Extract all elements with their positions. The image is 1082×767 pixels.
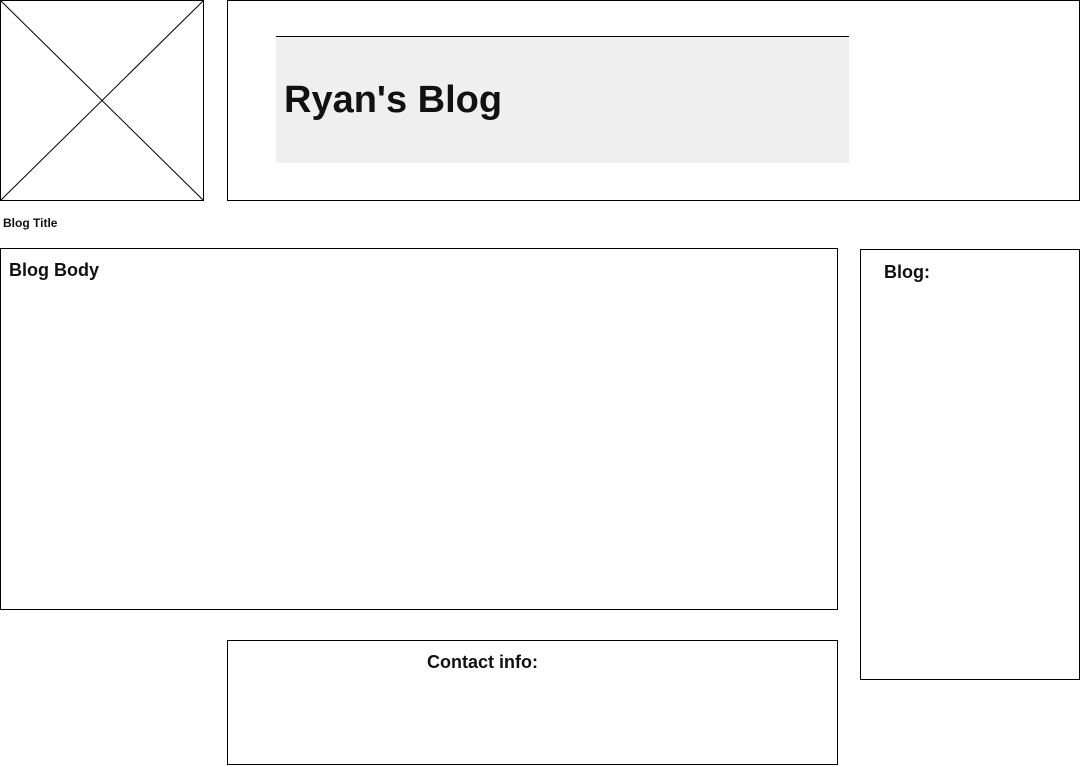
- blog-body-label: Blog Body: [9, 260, 99, 280]
- page-title: Ryan's Blog: [284, 79, 503, 121]
- image-placeholder-icon: [1, 1, 203, 200]
- header-title-bar: Ryan's Blog: [276, 36, 849, 163]
- blog-sidebar-panel: Blog:: [860, 249, 1080, 680]
- logo-image-placeholder: [0, 0, 204, 201]
- blog-body-panel: Blog Body: [0, 248, 838, 610]
- blog-sidebar-label: Blog:: [884, 262, 930, 282]
- contact-info-label: Contact info:: [427, 652, 538, 672]
- logo-caption: Blog Title: [3, 216, 58, 230]
- contact-info-panel: Contact info:: [227, 640, 838, 765]
